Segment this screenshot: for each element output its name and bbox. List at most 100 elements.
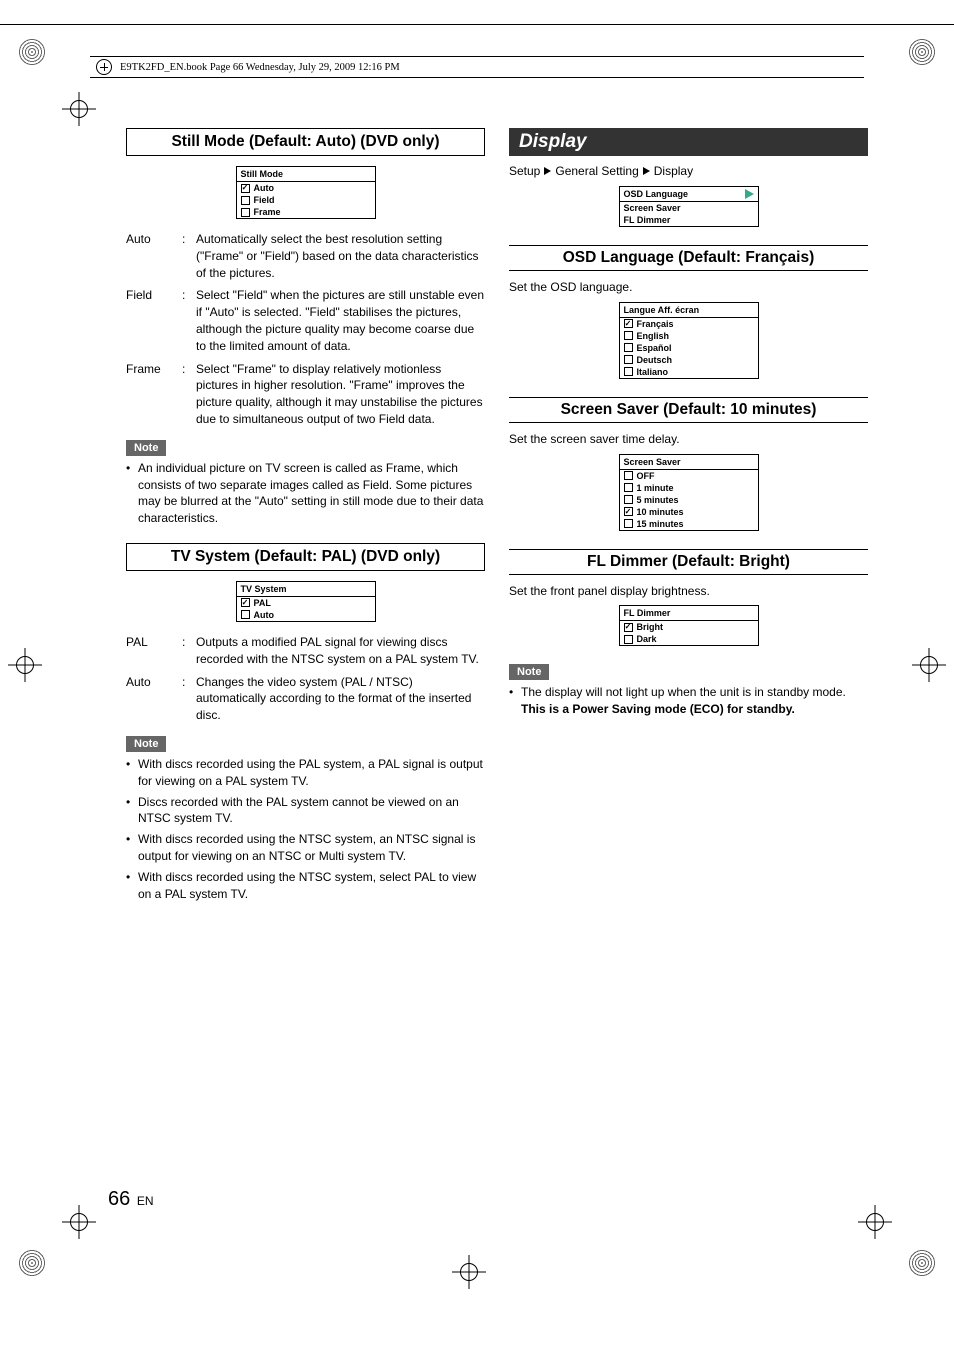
menu-item: English — [620, 330, 758, 342]
checkbox-icon — [624, 471, 633, 480]
definition-row: Auto:Automatically select the best resol… — [126, 231, 485, 281]
fl-dimmer-notes: The display will not light up when the u… — [509, 684, 868, 718]
display-heading: Display — [509, 128, 868, 156]
registration-mark — [908, 38, 936, 66]
play-icon — [745, 189, 754, 199]
menu-item: Français — [620, 318, 758, 330]
menu-item-label: Field — [254, 195, 275, 205]
checkbox-icon — [624, 355, 633, 364]
menu-item: Auto — [237, 182, 375, 194]
menu-title: Screen Saver — [620, 455, 758, 470]
menu-item: Dark — [620, 633, 758, 645]
note-item: An individual picture on TV screen is ca… — [126, 460, 485, 527]
menu-item-label: English — [637, 331, 670, 341]
definition-row: Auto:Changes the video system (PAL / NTS… — [126, 674, 485, 724]
menu-item-label: 1 minute — [637, 483, 674, 493]
menu-item-label: Français — [637, 319, 674, 329]
fl-dimmer-heading: FL Dimmer (Default: Bright) — [509, 549, 868, 575]
note-label: Note — [126, 440, 166, 456]
checkbox-icon — [624, 623, 633, 632]
menu-item-label: Italiano — [637, 367, 669, 377]
arrow-icon — [544, 167, 551, 175]
checkbox-icon — [241, 184, 250, 193]
menu-item: Deutsch — [620, 354, 758, 366]
checkbox-icon — [624, 507, 633, 516]
menu-item-label: Deutsch — [637, 355, 673, 365]
checkbox-icon — [241, 598, 250, 607]
def-term: Frame — [126, 361, 182, 428]
def-sep: : — [182, 674, 196, 724]
def-body: Outputs a modified PAL signal for viewin… — [196, 634, 485, 668]
screen-saver-heading: Screen Saver (Default: 10 minutes) — [509, 397, 868, 423]
crosshair-mark — [858, 1205, 892, 1239]
note-item: The display will not light up when the u… — [509, 684, 868, 718]
def-term: Auto — [126, 674, 182, 724]
checkbox-icon — [624, 635, 633, 644]
menu-item: Bright — [620, 621, 758, 633]
def-sep: : — [182, 634, 196, 668]
checkbox-icon — [624, 343, 633, 352]
crosshair-mark — [8, 648, 42, 682]
def-body: Select "Frame" to display relatively mot… — [196, 361, 485, 428]
menu-item: OSD Language — [624, 189, 689, 199]
osd-lang-menu: Langue Aff. écran Français EnglishEspañol… — [619, 302, 759, 379]
osd-lang-intro: Set the OSD language. — [509, 279, 868, 296]
menu-item: Auto — [237, 609, 375, 621]
header-text: E9TK2FD_EN.book Page 66 Wednesday, July … — [120, 62, 400, 73]
screen-saver-menu: Screen Saver OFF 1 minute5 minutes10 minu… — [619, 454, 759, 531]
menu-item: PAL — [237, 597, 375, 609]
menu-item-label: 15 minutes — [637, 519, 684, 529]
page-number: 66 EN — [108, 1188, 154, 1211]
def-sep: : — [182, 361, 196, 428]
definition-row: Frame:Select "Frame" to display relative… — [126, 361, 485, 428]
crosshair-mark — [452, 1255, 486, 1289]
menu-title: FL Dimmer — [620, 606, 758, 621]
checkbox-icon — [624, 519, 633, 528]
still-mode-menu: Still Mode AutoFieldFrame — [236, 166, 376, 219]
crumb: General Setting — [555, 164, 638, 178]
menu-item-label: Dark — [637, 634, 657, 644]
def-term: Field — [126, 287, 182, 354]
menu-item: 5 minutes — [620, 494, 758, 506]
def-term: PAL — [126, 634, 182, 668]
arrow-icon — [643, 167, 650, 175]
note-item: With discs recorded using the NTSC syste… — [126, 869, 485, 903]
menu-item: OFF — [620, 470, 758, 482]
crosshair-mark — [912, 648, 946, 682]
menu-title: Still Mode — [237, 167, 375, 182]
def-body: Changes the video system (PAL / NTSC) au… — [196, 674, 485, 724]
fl-dimmer-menu: FL Dimmer BrightDark — [619, 605, 759, 646]
still-mode-defs: Auto: Automatically select the best resol… — [126, 231, 485, 428]
registration-mark — [908, 1249, 936, 1277]
menu-item: 10 minutes — [620, 506, 758, 518]
menu-item-label: OFF — [637, 471, 655, 481]
tv-system-heading: TV System (Default: PAL) (DVD only) — [126, 543, 485, 571]
definition-row: PAL:Outputs a modified PAL signal for vi… — [126, 634, 485, 668]
menu-title: Langue Aff. écran — [620, 303, 758, 318]
def-term: Auto — [126, 231, 182, 281]
menu-item-label: 10 minutes — [637, 507, 684, 517]
trim-line — [0, 24, 954, 25]
screen-saver-intro: Set the screen saver time delay. — [509, 431, 868, 448]
note-item: Discs recorded with the PAL system canno… — [126, 794, 485, 828]
menu-item-label: PAL — [254, 598, 271, 608]
checkbox-icon — [624, 367, 633, 376]
note-item: With discs recorded using the PAL system… — [126, 756, 485, 790]
checkbox-icon — [241, 208, 250, 217]
header-icon — [96, 59, 112, 75]
checkbox-icon — [624, 331, 633, 340]
note-label: Note — [509, 664, 549, 680]
checkbox-icon — [624, 319, 633, 328]
crosshair-mark — [62, 1205, 96, 1239]
definition-row: Field:Select "Field" when the pictures a… — [126, 287, 485, 354]
menu-item: FL Dimmer — [624, 215, 671, 225]
menu-item: Español — [620, 342, 758, 354]
def-body: Automatically select the best resolution… — [196, 231, 485, 281]
still-mode-heading: Still Mode (Default: Auto) (DVD only) — [126, 128, 485, 156]
menu-item: Field — [237, 194, 375, 206]
checkbox-icon — [624, 495, 633, 504]
osd-lang-heading: OSD Language (Default: Français) — [509, 245, 868, 271]
menu-item: Screen Saver — [624, 203, 681, 213]
menu-item: Italiano — [620, 366, 758, 378]
left-column: Still Mode (Default: Auto) (DVD only) St… — [126, 128, 485, 906]
